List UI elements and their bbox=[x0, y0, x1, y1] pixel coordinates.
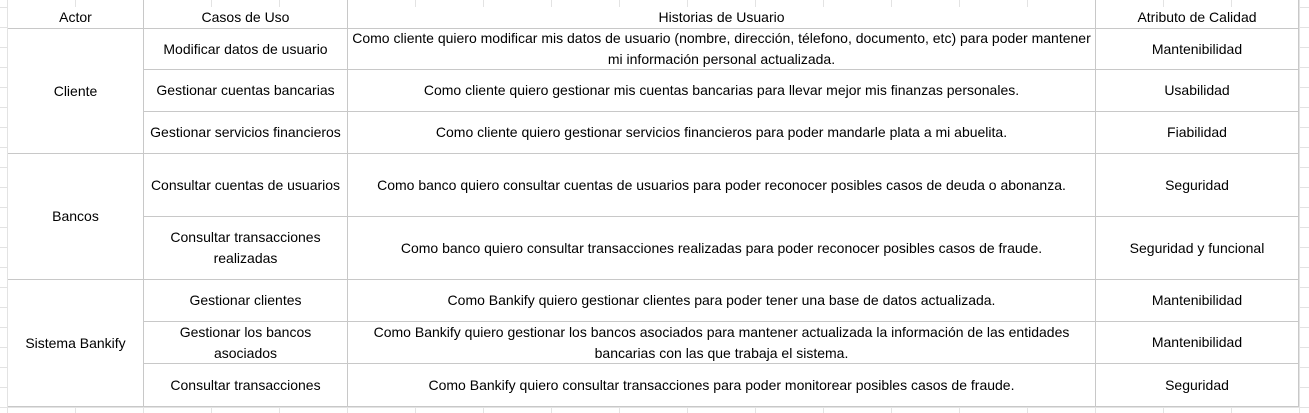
caso-cell[interactable]: Consultar cuentas de usuarios bbox=[144, 154, 347, 216]
caso-cell[interactable]: Gestionar clientes bbox=[144, 280, 347, 321]
header-casos-de-uso[interactable]: Casos de Uso bbox=[144, 7, 347, 28]
atributo-cell[interactable]: Mantenibilidad bbox=[1096, 280, 1298, 321]
atributo-cell[interactable]: Mantenibilidad bbox=[1096, 29, 1298, 69]
actor-sistema-bankify[interactable]: Sistema Bankify bbox=[8, 280, 143, 406]
historia-cell[interactable]: Como cliente quiero gestionar servicios … bbox=[348, 112, 1095, 153]
row-divider bbox=[144, 69, 1299, 70]
atributo-cell[interactable]: Usabilidad bbox=[1096, 70, 1298, 111]
historia-cell[interactable]: Como Bankify quiero gestionar clientes p… bbox=[348, 280, 1095, 321]
atributo-cell[interactable]: Fiabilidad bbox=[1096, 112, 1298, 153]
column-divider bbox=[143, 0, 144, 406]
historia-cell[interactable]: Como cliente quiero gestionar mis cuenta… bbox=[348, 70, 1095, 111]
row-divider bbox=[8, 406, 1299, 407]
atributo-cell[interactable]: Seguridad y funcional bbox=[1096, 217, 1298, 279]
row-divider bbox=[144, 111, 1299, 112]
row-divider bbox=[144, 363, 1299, 364]
atributo-cell[interactable]: Seguridad bbox=[1096, 364, 1298, 406]
column-divider bbox=[347, 0, 348, 406]
caso-cell[interactable]: Consultar transacciones realizadas bbox=[144, 217, 347, 279]
atributo-cell[interactable]: Mantenibilidad bbox=[1096, 322, 1298, 363]
historia-cell[interactable]: Como cliente quiero modificar mis datos … bbox=[348, 29, 1095, 69]
historia-cell[interactable]: Como banco quiero consultar cuentas de u… bbox=[348, 154, 1095, 216]
caso-cell[interactable]: Modificar datos de usuario bbox=[144, 29, 347, 69]
historia-cell[interactable]: Como banco quiero consultar transaccione… bbox=[348, 217, 1095, 279]
header-historias-de-usuario[interactable]: Historias de Usuario bbox=[348, 7, 1095, 28]
historia-cell[interactable]: Como Bankify quiero consultar transaccio… bbox=[348, 364, 1095, 406]
actor-cliente[interactable]: Cliente bbox=[8, 29, 143, 153]
atributo-cell[interactable]: Seguridad bbox=[1096, 154, 1298, 216]
header-actor[interactable]: Actor bbox=[8, 7, 143, 28]
caso-cell[interactable]: Gestionar servicios financieros bbox=[144, 112, 347, 153]
caso-cell[interactable]: Gestionar los bancos asociados bbox=[144, 322, 347, 363]
row-divider bbox=[8, 153, 1299, 154]
row-divider bbox=[144, 321, 1299, 322]
row-divider bbox=[8, 279, 1299, 280]
caso-cell[interactable]: Consultar transacciones bbox=[144, 364, 347, 406]
header-atributo-de-calidad[interactable]: Atributo de Calidad bbox=[1096, 7, 1298, 28]
column-divider bbox=[1095, 0, 1096, 406]
caso-cell[interactable]: Gestionar cuentas bancarias bbox=[144, 70, 347, 111]
actor-bancos[interactable]: Bancos bbox=[8, 154, 143, 279]
column-divider bbox=[1298, 0, 1299, 406]
row-divider bbox=[8, 28, 1299, 29]
row-divider bbox=[144, 216, 1299, 217]
historia-cell[interactable]: Como Bankify quiero gestionar los bancos… bbox=[348, 322, 1095, 363]
